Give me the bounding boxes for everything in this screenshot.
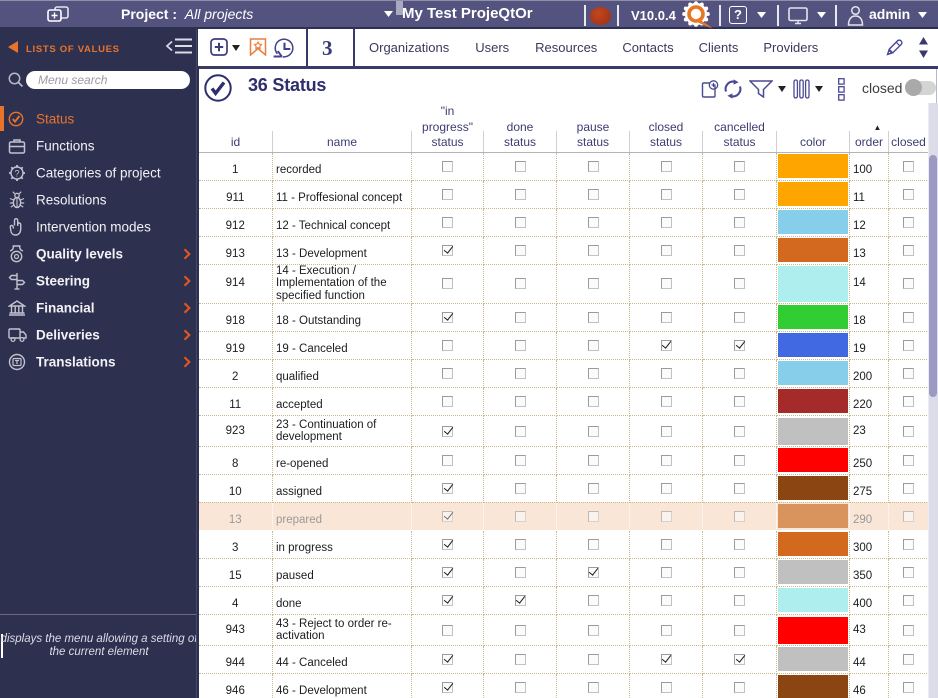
svg-text:?: ? — [14, 168, 19, 178]
